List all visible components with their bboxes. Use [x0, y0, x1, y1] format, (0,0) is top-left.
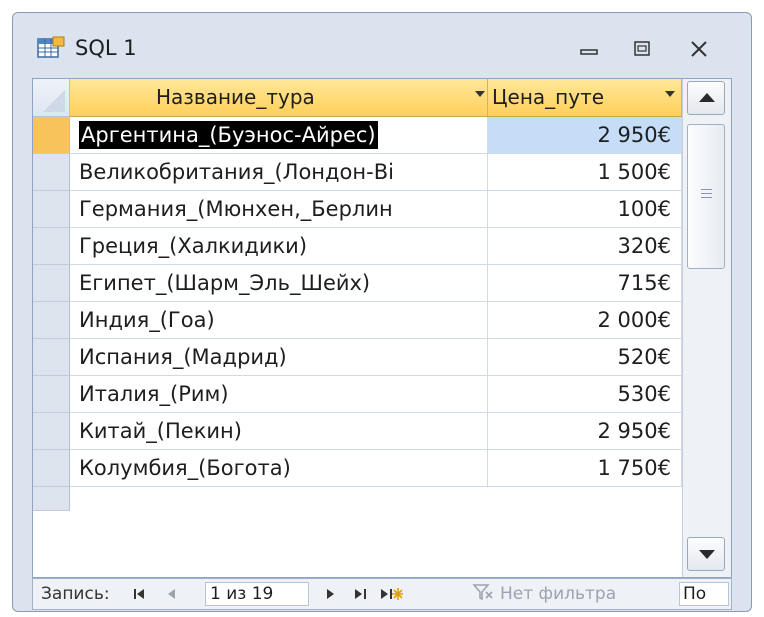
close-icon[interactable]: [685, 37, 713, 61]
minimize-icon[interactable]: [575, 37, 603, 61]
grip-line: [701, 193, 712, 194]
datasheet-window: SQL 1 Название_тура Цена_путе Аргентина_…: [12, 12, 752, 612]
price-text: 2 000€: [597, 308, 671, 332]
tour-name-text: Египет_(Шарм_Эль_Шейх): [79, 271, 371, 295]
record-navigator: Запись: 1 из 19 Нет фильтра По: [32, 578, 732, 610]
table-row[interactable]: Китай_(Пекин) 2 950€: [33, 413, 682, 450]
price-text: 2 950€: [597, 419, 671, 443]
record-selector[interactable]: [33, 302, 70, 339]
price-text: 100€: [617, 197, 671, 221]
first-record-icon[interactable]: [131, 583, 147, 605]
price-cell[interactable]: 100€: [488, 191, 682, 228]
record-label: Запись:: [41, 584, 110, 604]
price-cell[interactable]: 1 750€: [488, 450, 682, 487]
title-bar: SQL 1: [13, 13, 751, 87]
price-cell[interactable]: 2 000€: [488, 302, 682, 339]
price-cell[interactable]: 520€: [488, 339, 682, 376]
vertical-scrollbar[interactable]: [682, 79, 731, 577]
record-selector[interactable]: [33, 154, 70, 191]
record-selector[interactable]: [33, 265, 70, 302]
scroll-down-button[interactable]: [687, 537, 725, 571]
table-row[interactable]: Италия_(Рим) 530€: [33, 376, 682, 413]
price-text: 2 950€: [597, 123, 671, 147]
record-selector[interactable]: [33, 228, 70, 265]
tour-name-cell[interactable]: Египет_(Шарм_Эль_Шейх): [70, 265, 488, 302]
price-text: 520€: [617, 345, 671, 369]
price-cell[interactable]: 1 500€: [488, 154, 682, 191]
price-text: 1 500€: [597, 160, 671, 184]
tour-name-cell[interactable]: Испания_(Мадрид): [70, 339, 488, 376]
filter-label: Нет фильтра: [500, 584, 617, 604]
table-row[interactable]: Греция_(Халкидики) 320€: [33, 228, 682, 265]
price-text: 1 750€: [597, 456, 671, 480]
tour-name-cell[interactable]: Италия_(Рим): [70, 376, 488, 413]
filter-status[interactable]: Нет фильтра: [458, 581, 678, 607]
column-header-price[interactable]: Цена_путе: [488, 79, 682, 117]
record-selector[interactable]: [33, 413, 70, 450]
price-cell[interactable]: 2 950€: [488, 413, 682, 450]
last-record-icon[interactable]: [351, 583, 371, 605]
column-header-tour-name[interactable]: Название_тура: [70, 79, 488, 117]
arrow-down-icon: [699, 550, 715, 559]
table-row[interactable]: Индия_(Гоа) 2 000€: [33, 302, 682, 339]
price-cell[interactable]: 320€: [488, 228, 682, 265]
scroll-thumb[interactable]: [687, 124, 725, 269]
tour-name-text: Италия_(Рим): [79, 382, 229, 406]
tour-name-cell[interactable]: Индия_(Гоа): [70, 302, 488, 339]
tour-name-text: Испания_(Мадрид): [79, 345, 287, 369]
table-row[interactable]: Великобритания_(Лондон-Ві 1 500€: [33, 154, 682, 191]
tour-name-cell[interactable]: Аргентина_(Буэнос-Айрес): [70, 117, 488, 154]
tour-name-text: Колумбия_(Богота): [79, 456, 291, 480]
record-selector[interactable]: [33, 117, 70, 154]
prev-record-icon[interactable]: [163, 583, 179, 605]
sort-filter-dropdown-icon[interactable]: [475, 91, 485, 97]
price-cell[interactable]: 2 950€: [488, 117, 682, 154]
table-row[interactable]: Германия_(Мюнхен,_Берлин 100€: [33, 191, 682, 228]
tour-name-text: Великобритания_(Лондон-Ві: [79, 160, 394, 184]
table-row[interactable]: Испания_(Мадрид) 520€: [33, 339, 682, 376]
table-row[interactable]: Аргентина_(Буэнос-Айрес) 2 950€: [33, 117, 682, 154]
record-selector[interactable]: [33, 487, 70, 511]
arrow-up-icon: [699, 93, 715, 102]
empty-row-area: [33, 487, 682, 577]
search-input[interactable]: По: [679, 582, 729, 606]
record-selector[interactable]: [33, 450, 70, 487]
current-record-field[interactable]: 1 из 19: [205, 582, 309, 606]
price-text: 320€: [617, 234, 671, 258]
column-header-label: Название_тура: [156, 85, 315, 109]
select-all-corner[interactable]: [33, 79, 70, 117]
tour-name-text: Греция_(Халкидики): [79, 234, 308, 258]
restore-icon[interactable]: [628, 37, 656, 61]
table-row[interactable]: Египет_(Шарм_Эль_Шейх) 715€: [33, 265, 682, 302]
price-cell[interactable]: 715€: [488, 265, 682, 302]
next-record-icon[interactable]: [323, 583, 339, 605]
column-header-label: Цена_путе: [492, 85, 605, 109]
scroll-up-button[interactable]: [687, 81, 725, 115]
price-text: 715€: [617, 271, 671, 295]
record-selector[interactable]: [33, 339, 70, 376]
record-selector[interactable]: [33, 191, 70, 228]
new-record-icon[interactable]: [377, 583, 405, 605]
grip-line: [701, 197, 712, 198]
tour-name-text: Индия_(Гоа): [79, 308, 215, 332]
tour-name-text: Китай_(Пекин): [79, 419, 242, 443]
datasheet-grid: Название_тура Цена_путе Аргентина_(Буэно…: [32, 78, 732, 578]
tour-name-cell[interactable]: Великобритания_(Лондон-Ві: [70, 154, 488, 191]
table-row[interactable]: Колумбия_(Богота) 1 750€: [33, 450, 682, 487]
window-title: SQL 1: [75, 36, 137, 60]
grip-line: [701, 189, 712, 190]
filter-icon: [472, 583, 494, 606]
tour-name-cell[interactable]: Греция_(Халкидики): [70, 228, 488, 265]
tour-name-cell[interactable]: Колумбия_(Богота): [70, 450, 488, 487]
record-selector[interactable]: [33, 376, 70, 413]
price-text: 530€: [617, 382, 671, 406]
price-cell[interactable]: 530€: [488, 376, 682, 413]
sort-filter-dropdown-icon[interactable]: [665, 91, 675, 97]
tour-name-text: Германия_(Мюнхен,_Берлин: [79, 197, 393, 221]
tour-name-text: Аргентина_(Буэнос-Айрес): [79, 121, 378, 149]
tour-name-cell[interactable]: Германия_(Мюнхен,_Берлин: [70, 191, 488, 228]
tour-name-cell[interactable]: Китай_(Пекин): [70, 413, 488, 450]
datasheet-icon: [37, 36, 65, 60]
